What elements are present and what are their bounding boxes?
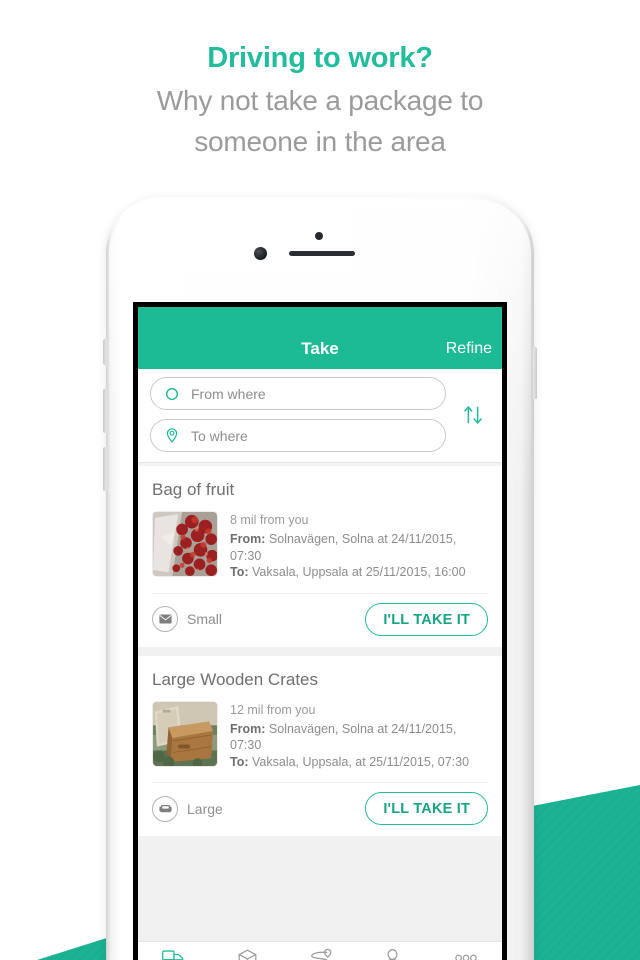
promo-headline: Driving to work? Why not take a package … — [0, 36, 640, 162]
promo-screenshot: Driving to work? Why not take a package … — [0, 0, 640, 960]
to-where-input[interactable]: To where — [150, 419, 446, 452]
to-value: Vaksala, Uppsala, at 25/11/2015, 07:30 — [252, 754, 470, 769]
from-label: From: — [230, 721, 266, 736]
listing-footer: Small I'LL TAKE IT — [152, 592, 488, 647]
earpiece-speaker — [289, 251, 355, 256]
listing-size-label: Small — [187, 611, 223, 627]
listing-from-line: From: Solnavägen, Solna at 24/11/2015, 0… — [230, 721, 488, 754]
tab-me[interactable]: Me — [356, 942, 429, 960]
phone-screen-bezel: Take Refine From where To where Bag of f… — [133, 302, 507, 960]
volume-up-button[interactable] — [103, 389, 107, 433]
to-where-placeholder: To where — [191, 427, 248, 444]
listing-title: Large Wooden Crates — [152, 669, 319, 689]
from-where-input[interactable]: From where — [150, 377, 446, 410]
ellipsis-icon — [454, 947, 478, 960]
route-search-panel: From where To where — [138, 369, 502, 463]
listing-distance: 8 mil from you — [230, 513, 309, 527]
listing-distance: 12 mil from you — [230, 702, 316, 717]
headline-title: Driving to work? — [207, 42, 433, 74]
circle-outline-icon — [163, 385, 181, 403]
to-label: To: — [230, 565, 249, 579]
listing-body: 8 mil from you From: Solnavägen, Solna a… — [152, 511, 488, 581]
to-label: To: — [230, 754, 249, 769]
power-button[interactable] — [533, 347, 537, 399]
listing-meta: 8 mil from you From: Solnavägen, Solna a… — [230, 511, 488, 581]
tab-take[interactable]: Take — [138, 942, 211, 960]
route-path-icon — [308, 947, 332, 960]
tab-routes[interactable]: Routes — [284, 942, 357, 960]
person-icon — [382, 947, 403, 960]
listing-from-line: From: Solnavägen, Solna at 24/11/2015, 0… — [230, 531, 488, 564]
headline-subtitle-line1: Why not take a package to — [156, 85, 484, 116]
headline-subtitle-line2: someone in the area — [194, 126, 446, 157]
app-top-bar: Take Refine — [138, 307, 502, 369]
ill-take-it-button[interactable]: I'LL TAKE IT — [365, 602, 488, 636]
listing-footer: Large I'LL TAKE IT — [152, 782, 488, 836]
swap-vertical-arrows-icon[interactable] — [456, 398, 490, 432]
bag-of-cherries-photo — [152, 511, 218, 577]
sofa-icon — [152, 795, 178, 822]
tab-send[interactable]: Send — [211, 942, 284, 960]
map-pin-icon — [163, 427, 181, 445]
wooden-crates-photo — [152, 700, 218, 767]
search-fields-group: From where To where — [150, 377, 446, 452]
listing-card[interactable]: Large Wooden Crates 12 mil from you From… — [138, 655, 502, 836]
phone-device-mockup: Take Refine From where To where Bag of f… — [103, 197, 537, 960]
envelope-icon — [152, 606, 178, 632]
front-camera — [254, 247, 267, 260]
from-label: From: — [230, 532, 266, 546]
listing-card[interactable]: Bag of fruit 8 mil from you From: Solnav… — [138, 466, 502, 647]
app-screen: Take Refine From where To where Bag of f… — [138, 307, 502, 960]
to-value: Vaksala, Uppsala at 25/11/2015, 16:00 — [252, 565, 466, 579]
ill-take-it-button[interactable]: I'LL TAKE IT — [365, 792, 488, 825]
refine-button[interactable]: Refine — [446, 340, 492, 358]
listing-size-label: Large — [187, 800, 223, 817]
bottom-tab-bar: Take Send — [138, 941, 502, 960]
tab-more[interactable]: More — [429, 942, 502, 960]
silent-switch-button[interactable] — [103, 339, 107, 365]
listing-to-line: To: Vaksala, Uppsala, at 25/11/2015, 07:… — [230, 754, 488, 771]
delivery-truck-icon — [161, 947, 187, 960]
volume-down-button[interactable] — [103, 447, 107, 491]
proximity-sensor — [315, 232, 323, 240]
listing-body: 12 mil from you From: Solnavägen, Solna … — [152, 700, 488, 771]
listing-to-line: To: Vaksala, Uppsala at 25/11/2015, 16:0… — [230, 564, 488, 581]
package-box-icon — [237, 947, 258, 960]
listing-scroll-area[interactable]: Bag of fruit 8 mil from you From: Solnav… — [138, 466, 502, 941]
listing-title: Bag of fruit — [152, 480, 235, 499]
listing-meta: 12 mil from you From: Solnavägen, Solna … — [230, 701, 488, 771]
from-where-placeholder: From where — [191, 385, 266, 402]
